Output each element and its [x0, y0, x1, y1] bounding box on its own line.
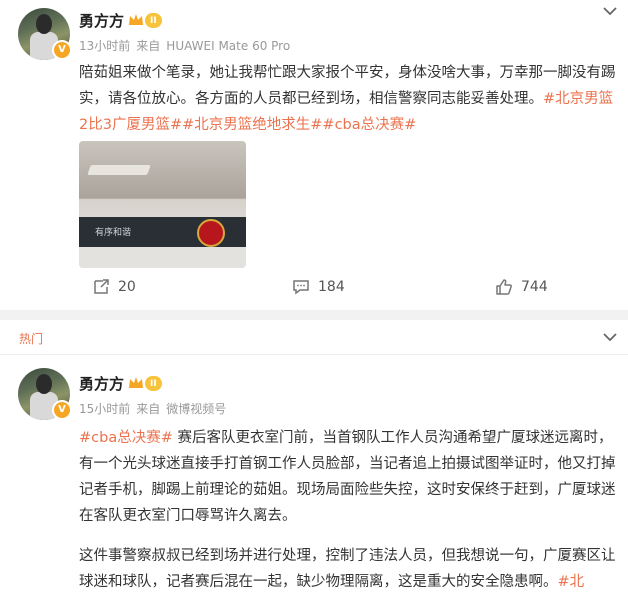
level-badge: II — [145, 13, 162, 28]
repost-icon — [94, 279, 109, 294]
post-meta: 13小时前 来自 HUAWEI Mate 60 Pro — [79, 37, 296, 54]
post-body-2: 这件事警察叔叔已经到场并进行处理，控制了违法人员，但我想说一句，广厦赛区让球迷和… — [79, 548, 616, 590]
post-text: 陪茹姐来做个笔录，她让我帮忙跟大家报个平安，身体没啥大事，万幸那一脚没有踢实，请… — [79, 60, 619, 138]
like-button[interactable]: 744 — [495, 278, 548, 296]
post-time[interactable]: 13小时前 — [79, 39, 130, 53]
verified-badge-icon: V — [52, 40, 72, 60]
chevron-down-icon[interactable] — [603, 332, 617, 342]
hashtag-link[interactable]: #北京男篮绝地求生# — [182, 117, 322, 133]
username[interactable]: 勇方方 — [79, 10, 124, 31]
repost-count: 20 — [118, 279, 136, 295]
post-text: #cba总决赛# 赛后客队更衣室门前，当首钢队工作人员沟通希望广厦球迷远离时，有… — [79, 425, 619, 529]
level-badge: II — [145, 376, 162, 391]
thumbs-up-icon — [496, 279, 512, 295]
post-meta: 15小时前 来自 微博视频号 — [79, 400, 232, 417]
image-sign-text: 有序和谐 — [95, 228, 132, 238]
verified-badge-icon: V — [52, 400, 72, 420]
username[interactable]: 勇方方 — [79, 373, 124, 394]
crown-icon — [129, 14, 143, 25]
post-time[interactable]: 15小时前 — [79, 402, 130, 416]
post-source: 微博视频号 — [166, 402, 227, 416]
post-image[interactable]: 有序和谐 — [79, 141, 246, 268]
hashtag-link[interactable]: #cba总决赛# — [322, 117, 416, 133]
hashtag-link[interactable]: #北 — [558, 574, 585, 590]
action-bar: 20 184 744 — [0, 274, 628, 304]
comment-count: 184 — [318, 279, 345, 295]
repost-button[interactable]: 20 — [92, 278, 136, 296]
comment-button[interactable]: 184 — [292, 278, 345, 296]
like-count: 744 — [521, 279, 548, 295]
police-emblem-icon — [197, 219, 225, 247]
hot-section-label: 热门 — [19, 332, 44, 346]
chevron-down-icon[interactable] — [603, 6, 617, 16]
comment-icon — [293, 280, 309, 295]
hashtag-link[interactable]: #cba总决赛# — [79, 430, 173, 446]
section-divider — [0, 310, 628, 320]
post-source: HUAWEI Mate 60 Pro — [166, 39, 291, 53]
thin-divider — [0, 354, 628, 355]
source-prefix: 来自 — [136, 39, 161, 53]
source-prefix: 来自 — [136, 402, 161, 416]
crown-icon — [129, 377, 143, 388]
post-text-paragraph-2: 这件事警察叔叔已经到场并进行处理，控制了违法人员，但我想说一句，广厦赛区让球迷和… — [79, 543, 619, 595]
post-body: 陪茹姐来做个笔录，她让我帮忙跟大家报个平安，身体没啥大事，万幸那一脚没有踢实，请… — [79, 65, 616, 107]
